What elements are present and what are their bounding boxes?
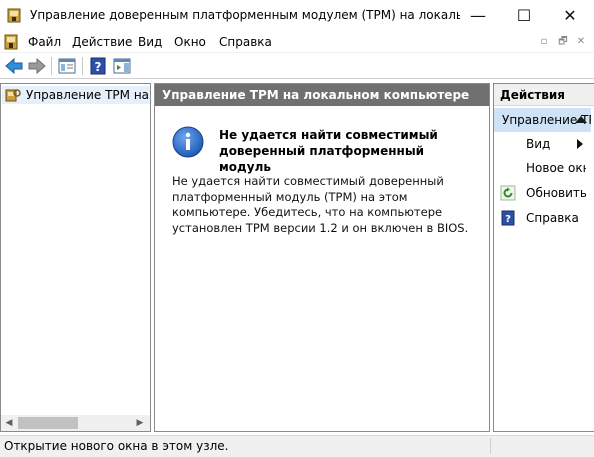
tree-item-label: Управление TPM на локальном компьютере (26, 88, 149, 102)
maximize-button[interactable]: ☐ (501, 0, 547, 31)
menu-file[interactable]: Файл (28, 31, 61, 53)
window-title: Управление доверенным платформенным моду… (30, 8, 460, 22)
submenu-arrow-icon (577, 139, 583, 149)
tpm-key-icon (5, 88, 21, 102)
action-label: Справка (526, 211, 579, 225)
collapse-arrow-icon[interactable] (575, 116, 587, 123)
menu-window[interactable]: Окно (174, 31, 206, 53)
message-body: Не удается найти совместимый доверенный … (172, 174, 469, 235)
mdi-controls: ▫ 🗗 ✕ (536, 33, 590, 51)
forward-arrow-icon[interactable] (26, 56, 48, 76)
action-refresh[interactable]: Обновить (494, 181, 594, 205)
results-pane-header: Управление TPM на локальном компьютере (155, 84, 489, 106)
scrollbar-thumb[interactable] (18, 417, 78, 429)
scroll-left-icon[interactable]: ◀ (3, 417, 15, 429)
action-label: Новое окно отсюда (526, 161, 586, 175)
menu-help[interactable]: Справка (219, 31, 272, 53)
help-icon: ? (500, 210, 516, 226)
svg-text:?: ? (505, 214, 511, 225)
refresh-icon (500, 185, 516, 201)
action-help[interactable]: ? Справка (494, 206, 594, 230)
message-title: Не удается найти совместимый доверенный … (219, 128, 438, 174)
mdi-close-button[interactable]: ✕ (573, 35, 589, 49)
svg-text:?: ? (95, 60, 102, 74)
action-label: Обновить (526, 186, 586, 200)
scroll-right-icon[interactable]: ▶ (134, 417, 146, 429)
show-hide-tree-icon[interactable] (56, 56, 78, 76)
actions-header: Действия (494, 84, 594, 106)
tpm-key-icon (7, 8, 21, 23)
minimize-button[interactable]: — (455, 0, 501, 31)
console-tree[interactable] (0, 83, 151, 432)
toolbar-separator (82, 57, 83, 75)
show-action-pane-icon[interactable] (111, 56, 133, 76)
info-icon (172, 126, 204, 158)
status-divider (490, 438, 491, 454)
toolbar-separator (51, 57, 52, 75)
mdi-minimize-button[interactable]: ▫ (536, 35, 552, 49)
back-arrow-icon[interactable] (3, 56, 25, 76)
action-new-window[interactable]: Новое окно отсюда (494, 156, 594, 180)
mdi-restore-button[interactable]: 🗗 (555, 35, 571, 49)
close-button[interactable]: ✕ (547, 0, 593, 31)
status-text: Открытие нового окна в этом узле. (4, 439, 229, 453)
help-icon[interactable]: ? (87, 56, 109, 76)
menu-view[interactable]: Вид (138, 31, 162, 53)
tpm-key-icon[interactable] (3, 34, 19, 50)
menu-action[interactable]: Действие (72, 31, 132, 53)
